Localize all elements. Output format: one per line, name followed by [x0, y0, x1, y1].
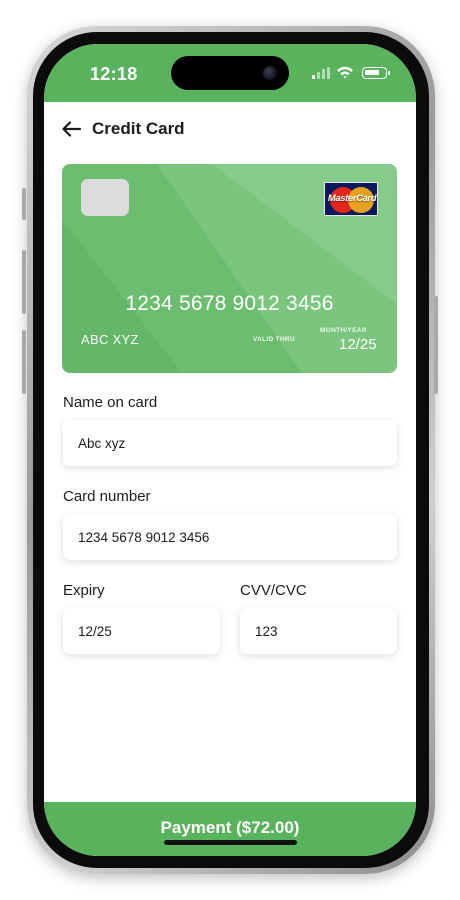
action-button [22, 188, 26, 220]
status-icons [312, 64, 392, 82]
status-bar: 12:18 [44, 44, 416, 102]
volume-up-button [22, 250, 26, 314]
camera-icon [263, 66, 277, 80]
name-on-card-label: Name on card [63, 394, 158, 411]
cvv-input[interactable] [240, 608, 397, 654]
credit-card-preview: MasterCard 1234 5678 9012 3456 ABC XYZ V… [62, 164, 397, 373]
dynamic-island [171, 56, 289, 90]
volume-down-button [22, 330, 26, 394]
wifi-icon [337, 66, 353, 79]
card-number-label: Card number [63, 488, 151, 505]
status-time: 12:18 [90, 64, 138, 84]
expiry-input[interactable] [63, 608, 220, 654]
valid-thru-label: VALID THRU [253, 336, 295, 343]
expiry-label: Expiry [63, 582, 105, 599]
card-chip [81, 179, 129, 216]
card-number-input[interactable] [63, 514, 397, 560]
signal-icon [312, 67, 330, 79]
cvv-label: CVV/CVC [240, 582, 307, 599]
card-holder-display: ABC XYZ [81, 332, 139, 347]
month-year-label: MONTH/YEAR [320, 327, 367, 334]
app-header: Credit Card [60, 118, 360, 140]
phone-screen: 12:18 Credit Card MasterCard 1234 5678 9… [44, 44, 416, 856]
battery-icon [362, 67, 390, 79]
arrow-left-icon[interactable] [60, 118, 82, 140]
payment-button-label: Payment ($72.00) [160, 818, 300, 837]
mastercard-logo-icon: MasterCard [324, 182, 378, 216]
card-expiry-display: 12/25 [339, 336, 377, 353]
payment-button[interactable]: Payment ($72.00) [44, 802, 416, 856]
page-title: Credit Card [92, 119, 185, 138]
card-number-display: 1234 5678 9012 3456 [125, 292, 334, 315]
power-button [434, 296, 438, 394]
home-indicator [164, 840, 297, 845]
name-on-card-input[interactable] [63, 420, 397, 466]
